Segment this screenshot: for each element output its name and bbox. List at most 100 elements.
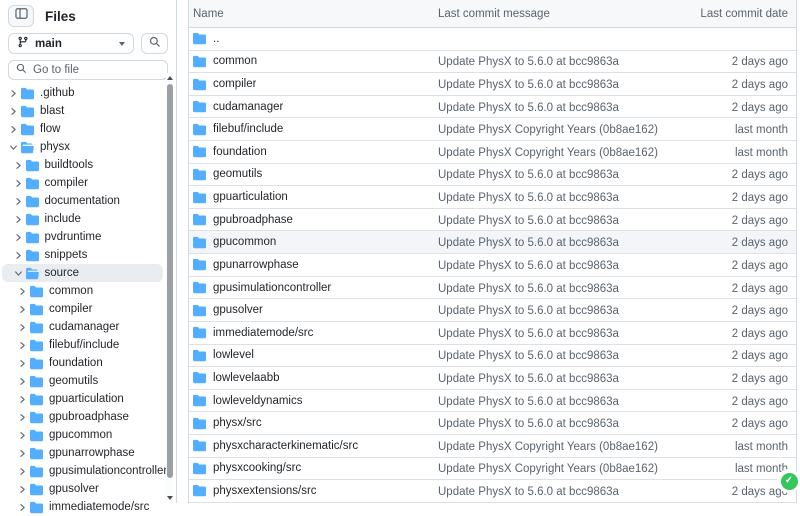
- sidebar-scrollbar[interactable]: [166, 73, 173, 503]
- tree-item[interactable]: buildtools: [2, 156, 163, 174]
- table-row[interactable]: foundation Update PhysX Copyright Years …: [189, 141, 796, 164]
- chevron-right-icon: [7, 125, 20, 134]
- commit-date: 2 days ago: [732, 102, 788, 114]
- commit-message-link[interactable]: Update PhysX Copyright Years (0b8ae162): [438, 463, 658, 475]
- file-name-link[interactable]: geomutils: [213, 168, 262, 180]
- file-name-link[interactable]: ..: [213, 33, 219, 45]
- file-name-link[interactable]: gpucommon: [213, 236, 276, 248]
- file-tree-sidebar: Files main: [0, 0, 177, 503]
- table-row[interactable]: ..: [189, 28, 796, 51]
- table-row[interactable]: physxcooking/src Update PhysX Copyright …: [189, 458, 796, 481]
- tree-item[interactable]: immediatemode/src: [2, 498, 163, 516]
- tree-item[interactable]: source: [2, 264, 163, 282]
- table-row[interactable]: gpunarrowphase Update PhysX to 5.6.0 at …: [189, 254, 796, 277]
- file-name-link[interactable]: foundation: [213, 146, 267, 158]
- table-row[interactable]: gpucommon Update PhysX to 5.6.0 at bcc98…: [189, 231, 796, 254]
- tree-item[interactable]: snippets: [2, 246, 163, 264]
- tree-item[interactable]: cudamanager: [2, 318, 163, 336]
- tree-item[interactable]: filebuf/include: [2, 336, 163, 354]
- commit-message-link[interactable]: Update PhysX to 5.6.0 at bcc9863a: [438, 169, 619, 181]
- file-name-link[interactable]: physxcharacterkinematic/src: [213, 440, 358, 452]
- commit-message-link[interactable]: Update PhysX to 5.6.0 at bcc9863a: [438, 237, 619, 249]
- commit-message-link[interactable]: Update PhysX to 5.6.0 at bcc9863a: [438, 283, 619, 295]
- table-row[interactable]: physxextensions/src Update PhysX to 5.6.…: [189, 480, 796, 503]
- tree-item[interactable]: include: [2, 210, 163, 228]
- table-row[interactable]: lowlevel Update PhysX to 5.6.0 at bcc986…: [189, 345, 796, 368]
- file-name-link[interactable]: gpuarticulation: [213, 191, 288, 203]
- commit-message-link[interactable]: Update PhysX Copyright Years (0b8ae162): [438, 147, 658, 159]
- tree-item[interactable]: geomutils: [2, 372, 163, 390]
- table-row[interactable]: gpubroadphase Update PhysX to 5.6.0 at b…: [189, 209, 796, 232]
- safe-browsing-badge[interactable]: ✓: [777, 469, 800, 493]
- tree-item[interactable]: gpubroadphase: [2, 408, 163, 426]
- branch-selector-button[interactable]: main: [8, 33, 134, 54]
- tree-item[interactable]: physx: [2, 138, 163, 156]
- tree-item[interactable]: compiler: [2, 174, 163, 192]
- commit-message-link[interactable]: Update PhysX to 5.6.0 at bcc9863a: [438, 486, 619, 498]
- collapse-file-tree-button[interactable]: [8, 5, 34, 27]
- tree-item[interactable]: .github: [2, 84, 163, 102]
- commit-message-link[interactable]: Update PhysX Copyright Years (0b8ae162): [438, 124, 658, 136]
- tree-item[interactable]: common: [2, 282, 163, 300]
- file-name-link[interactable]: lowlevel: [213, 349, 254, 361]
- commit-message-link[interactable]: Update PhysX to 5.6.0 at bcc9863a: [438, 192, 619, 204]
- table-row[interactable]: physxcharacterkinematic/src Update PhysX…: [189, 435, 796, 458]
- file-name-link[interactable]: gpunarrowphase: [213, 259, 299, 271]
- file-name-link[interactable]: gpusimulationcontroller: [213, 282, 331, 294]
- file-name-link[interactable]: common: [213, 55, 257, 67]
- go-to-file-input[interactable]: Go to file: [8, 60, 168, 80]
- commit-message-link[interactable]: Update PhysX to 5.6.0 at bcc9863a: [438, 102, 619, 114]
- table-row[interactable]: common Update PhysX to 5.6.0 at bcc9863a…: [189, 51, 796, 74]
- tree-item[interactable]: documentation: [2, 192, 163, 210]
- file-name-link[interactable]: physxextensions/src: [213, 485, 317, 497]
- commit-message-link[interactable]: Update PhysX to 5.6.0 at bcc9863a: [438, 328, 619, 340]
- commit-message-link[interactable]: Update PhysX to 5.6.0 at bcc9863a: [438, 260, 619, 272]
- file-name-link[interactable]: compiler: [213, 78, 256, 90]
- file-name-link[interactable]: physx/src: [213, 417, 262, 429]
- commit-message-link[interactable]: Update PhysX to 5.6.0 at bcc9863a: [438, 305, 619, 317]
- table-row[interactable]: gpusimulationcontroller Update PhysX to …: [189, 277, 796, 300]
- commit-message-link[interactable]: Update PhysX to 5.6.0 at bcc9863a: [438, 215, 619, 227]
- file-name-link[interactable]: lowlevelaabb: [213, 372, 280, 384]
- tree-item[interactable]: gpunarrowphase: [2, 444, 163, 462]
- table-row[interactable]: cudamanager Update PhysX to 5.6.0 at bcc…: [189, 96, 796, 119]
- table-row[interactable]: geomutils Update PhysX to 5.6.0 at bcc98…: [189, 164, 796, 187]
- file-name-link[interactable]: gpusolver: [213, 304, 263, 316]
- commit-message-link[interactable]: Update PhysX to 5.6.0 at bcc9863a: [438, 56, 619, 68]
- table-row[interactable]: filebuf/include Update PhysX Copyright Y…: [189, 118, 796, 141]
- tree-item[interactable]: gpuarticulation: [2, 390, 163, 408]
- tree-item[interactable]: gpucommon: [2, 426, 163, 444]
- commit-message-link[interactable]: Update PhysX to 5.6.0 at bcc9863a: [438, 373, 619, 385]
- table-row[interactable]: lowlevelaabb Update PhysX to 5.6.0 at bc…: [189, 367, 796, 390]
- commit-message-link[interactable]: Update PhysX to 5.6.0 at bcc9863a: [438, 79, 619, 91]
- file-name-link[interactable]: immediatemode/src: [213, 327, 313, 339]
- scrollbar-up-arrow-icon[interactable]: [167, 76, 173, 80]
- tree-item[interactable]: flow: [2, 120, 163, 138]
- commit-message-link[interactable]: Update PhysX to 5.6.0 at bcc9863a: [438, 396, 619, 408]
- commit-message-link[interactable]: Update PhysX to 5.6.0 at bcc9863a: [438, 418, 619, 430]
- table-row[interactable]: gpuarticulation Update PhysX to 5.6.0 at…: [189, 186, 796, 209]
- file-name-link[interactable]: gpubroadphase: [213, 214, 293, 226]
- table-row[interactable]: immediatemode/src Update PhysX to 5.6.0 …: [189, 322, 796, 345]
- commit-message-link[interactable]: Update PhysX Copyright Years (0b8ae162): [438, 441, 658, 453]
- table-row[interactable]: lowleveldynamics Update PhysX to 5.6.0 a…: [189, 390, 796, 413]
- file-name-link[interactable]: cudamanager: [213, 101, 283, 113]
- search-this-repository-button[interactable]: [141, 33, 168, 54]
- tree-item[interactable]: blast: [2, 102, 163, 120]
- table-row[interactable]: gpusolver Update PhysX to 5.6.0 at bcc98…: [189, 299, 796, 322]
- tree-item[interactable]: pvdruntime: [2, 228, 163, 246]
- scrollbar-down-arrow-icon[interactable]: [167, 496, 173, 500]
- tree-item[interactable]: foundation: [2, 354, 163, 372]
- scrollbar-thumb[interactable]: [167, 84, 173, 478]
- commit-message-link[interactable]: Update PhysX to 5.6.0 at bcc9863a: [438, 350, 619, 362]
- commit-date: 2 days ago: [732, 418, 788, 430]
- file-name-link[interactable]: physxcooking/src: [213, 462, 301, 474]
- file-name-link[interactable]: filebuf/include: [213, 123, 283, 135]
- file-name-link[interactable]: lowleveldynamics: [213, 395, 302, 407]
- table-row[interactable]: physx/src Update PhysX to 5.6.0 at bcc98…: [189, 412, 796, 435]
- tree-item[interactable]: compiler: [2, 300, 163, 318]
- tree-item[interactable]: gpusimulationcontroller: [2, 462, 163, 480]
- tree-item[interactable]: gpusolver: [2, 480, 163, 498]
- table-row[interactable]: compiler Update PhysX to 5.6.0 at bcc986…: [189, 73, 796, 96]
- chevron-right-icon: [16, 341, 29, 350]
